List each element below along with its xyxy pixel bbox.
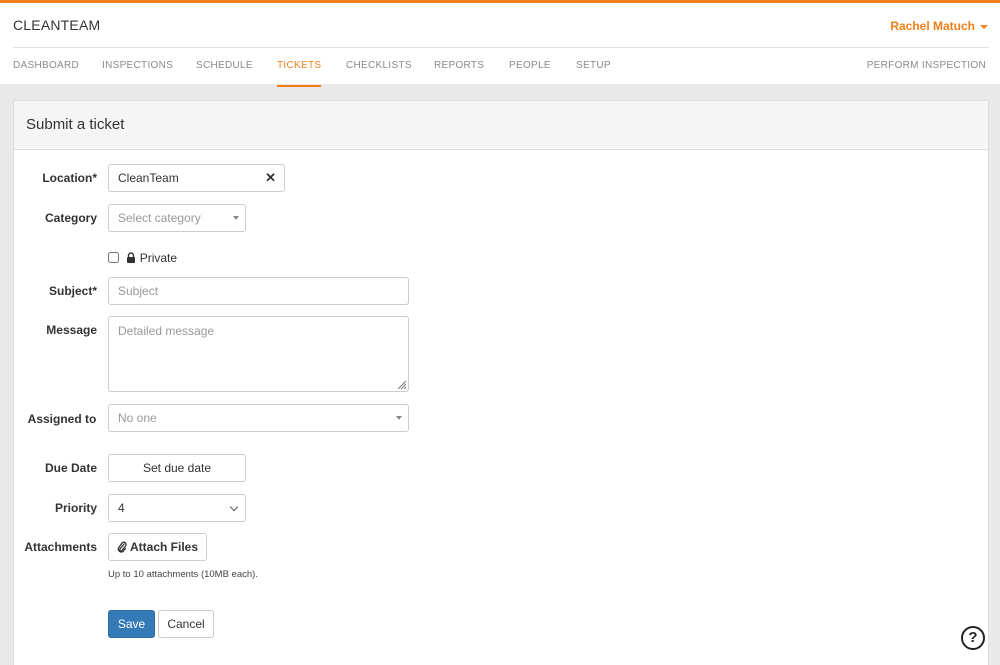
- assigned-value: No one: [118, 411, 157, 425]
- user-name: Rachel Matuch: [890, 19, 975, 33]
- nav-inspections[interactable]: INSPECTIONS: [102, 48, 173, 87]
- due-date-label: Due Date: [44, 461, 97, 475]
- category-label: Category: [44, 211, 97, 225]
- help-icon[interactable]: ?: [961, 626, 985, 650]
- attach-files-button[interactable]: Attach Files: [108, 533, 207, 561]
- lock-icon: [127, 252, 136, 263]
- attachments-label: Attachments: [24, 540, 97, 554]
- private-checkbox[interactable]: [108, 252, 119, 263]
- caret-down-icon: [396, 416, 402, 420]
- priority-label: Priority: [54, 501, 97, 515]
- caret-down-icon: [233, 216, 239, 220]
- assigned-label: Assigned to: [27, 412, 97, 426]
- clear-icon[interactable]: ✕: [265, 165, 276, 191]
- assigned-select[interactable]: No one: [108, 404, 409, 432]
- set-due-date-button[interactable]: Set due date: [108, 454, 246, 482]
- nav-schedule[interactable]: SCHEDULE: [196, 48, 253, 87]
- page-title: Submit a ticket: [14, 101, 988, 150]
- category-placeholder: Select category: [118, 211, 201, 225]
- nav-people[interactable]: PEOPLE: [509, 48, 551, 87]
- caret-down-icon: [980, 24, 988, 29]
- private-label: Private: [139, 251, 178, 265]
- priority-value: 4: [118, 501, 125, 515]
- nav-reports[interactable]: REPORTS: [434, 48, 484, 87]
- message-textarea[interactable]: Detailed message: [108, 316, 409, 392]
- priority-select[interactable]: 4: [108, 494, 246, 522]
- ticket-form-panel: Submit a ticket Location* CleanTeam ✕ Ca…: [13, 100, 989, 665]
- category-select[interactable]: Select category: [108, 204, 246, 232]
- attachments-hint: Up to 10 attachments (10MB each).: [108, 569, 258, 580]
- nav-checklists[interactable]: CHECKLISTS: [346, 48, 412, 87]
- top-navbar: CLEANTEAM Rachel Matuch DASHBOARD INSPEC…: [0, 0, 1000, 87]
- message-placeholder: Detailed message: [118, 324, 215, 338]
- cancel-button[interactable]: Cancel: [158, 610, 214, 638]
- subject-label: Subject*: [48, 284, 97, 298]
- nav-tickets[interactable]: TICKETS: [277, 48, 322, 87]
- attach-files-label: Attach Files: [129, 540, 198, 554]
- perform-inspection-link[interactable]: PERFORM INSPECTION: [867, 48, 986, 87]
- subject-input[interactable]: Subject: [108, 277, 409, 305]
- nav-setup[interactable]: SETUP: [576, 48, 611, 87]
- location-value: CleanTeam: [118, 171, 179, 185]
- private-row: Private: [108, 251, 177, 265]
- brand-logo[interactable]: CLEANTEAM: [13, 17, 100, 33]
- message-label: Message: [46, 323, 97, 337]
- nav-dashboard[interactable]: DASHBOARD: [13, 48, 79, 87]
- resize-handle-icon[interactable]: [397, 380, 406, 389]
- save-button[interactable]: Save: [108, 610, 155, 638]
- location-label: Location*: [42, 171, 97, 185]
- paperclip-icon: [117, 541, 127, 553]
- location-select[interactable]: CleanTeam ✕: [108, 164, 285, 192]
- user-menu[interactable]: Rachel Matuch: [890, 19, 988, 33]
- chevron-down-icon: [229, 502, 239, 512]
- subject-placeholder: Subject: [118, 284, 159, 298]
